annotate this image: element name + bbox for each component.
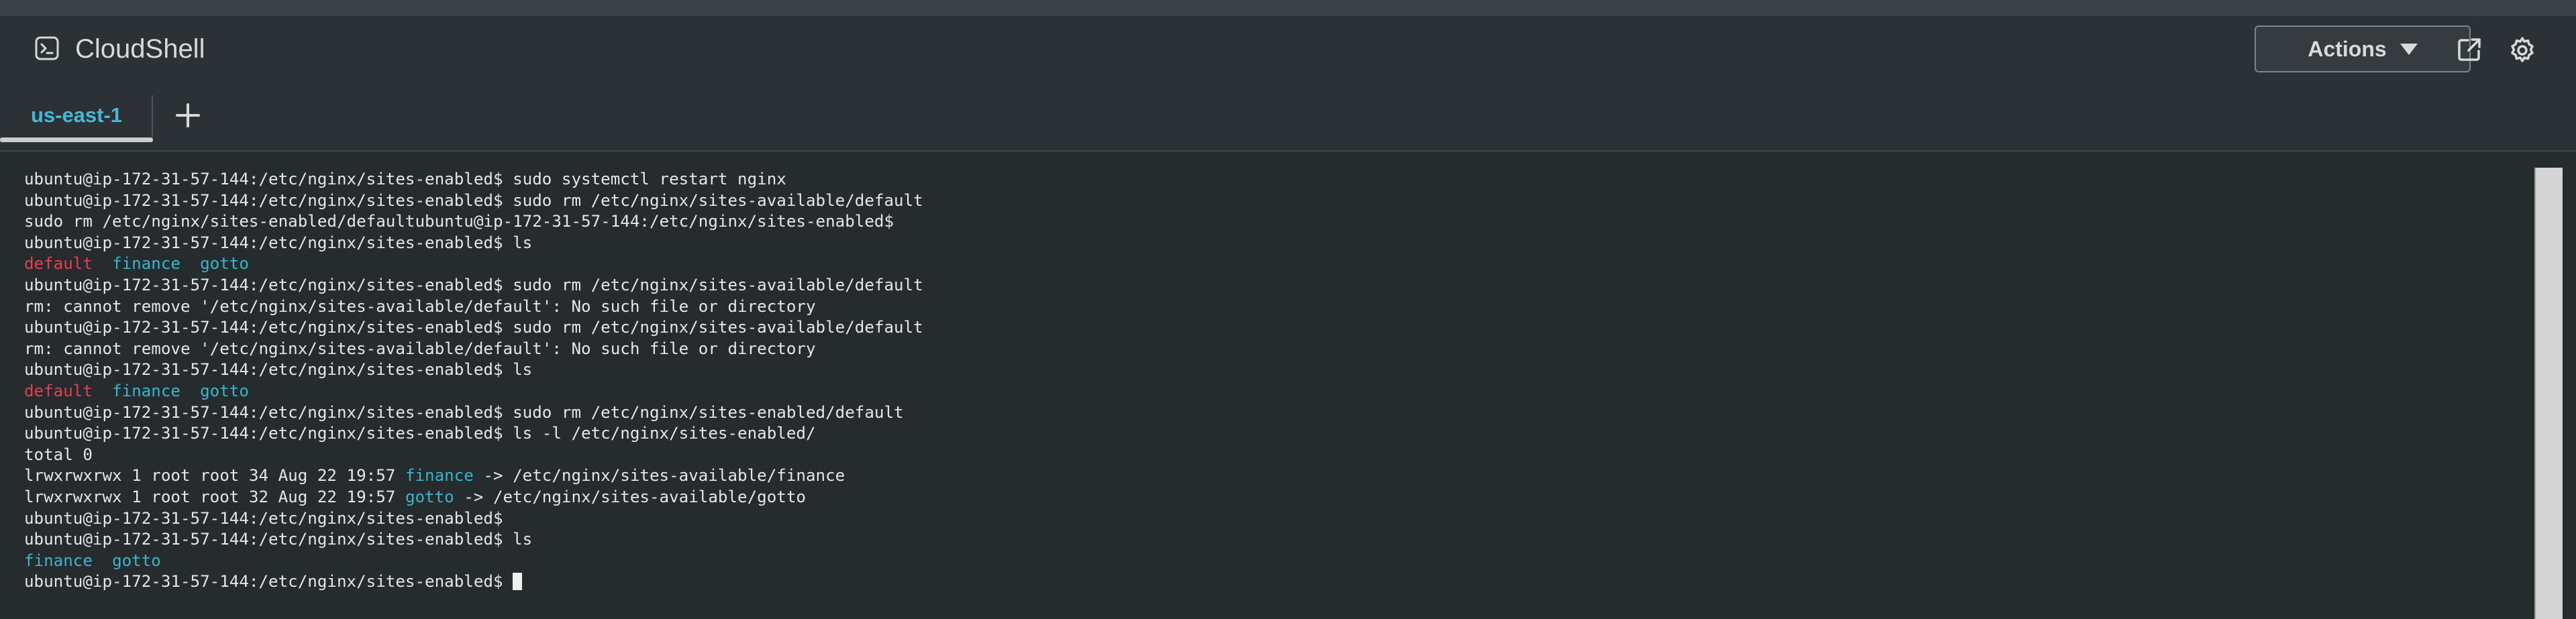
terminal-line: ubuntu@ip-172-31-57-144:/etc/nginx/sites… xyxy=(24,169,923,190)
terminal-text: ubuntu@ip-172-31-57-144:/etc/nginx/sites… xyxy=(24,190,923,210)
terminal-line: finance gotto xyxy=(24,551,923,572)
directory-entry: gotto xyxy=(112,551,161,570)
terminal-cursor xyxy=(513,573,523,591)
gear-icon[interactable] xyxy=(2508,36,2536,64)
actions-button[interactable]: Actions xyxy=(2255,25,2471,72)
terminal-text: ubuntu@ip-172-31-57-144:/etc/nginx/sites… xyxy=(24,170,786,188)
terminal-line: ubuntu@ip-172-31-57-144:/etc/nginx/sites… xyxy=(24,529,923,551)
terminal-line: default finance gotto xyxy=(24,254,923,275)
terminal-panel[interactable]: ubuntu@ip-172-31-57-144:/etc/nginx/sites… xyxy=(0,152,2576,619)
terminal-icon xyxy=(35,36,59,60)
scrollbar-thumb[interactable] xyxy=(2536,168,2563,619)
terminal-line: ubuntu@ip-172-31-57-144:/etc/nginx/sites… xyxy=(24,233,923,254)
active-tab-indicator xyxy=(0,137,153,142)
terminal-scrollbar[interactable] xyxy=(2534,168,2563,619)
tab-bar: us-east-1 xyxy=(0,80,2576,152)
terminal-text: lrwxrwxrwx 1 root root 32 Aug 22 19:57 xyxy=(24,487,405,506)
terminal-line: rm: cannot remove '/etc/nginx/sites-avai… xyxy=(24,296,923,318)
top-strip xyxy=(0,0,2576,16)
terminal-text: ubuntu@ip-172-31-57-144:/etc/nginx/sites… xyxy=(24,572,513,592)
terminal-text: -> /etc/nginx/sites-available/finance xyxy=(473,466,845,486)
terminal-text: lrwxrwxrwx 1 root root 34 Aug 22 19:57 xyxy=(24,466,405,486)
terminal-line: default finance gotto xyxy=(24,381,923,402)
terminal-text: ubuntu@ip-172-31-57-144:/etc/nginx/sites… xyxy=(24,318,923,337)
terminal-line: ubuntu@ip-172-31-57-144:/etc/nginx/sites… xyxy=(24,317,923,339)
actions-label: Actions xyxy=(2308,36,2387,61)
terminal-text: total 0 xyxy=(24,445,93,464)
terminal-line: rm: cannot remove '/etc/nginx/sites-avai… xyxy=(24,339,923,360)
terminal-text: rm: cannot remove '/etc/nginx/sites-avai… xyxy=(24,296,816,316)
terminal-line: ubuntu@ip-172-31-57-144:/etc/nginx/sites… xyxy=(24,508,923,530)
terminal-line: ubuntu@ip-172-31-57-144:/etc/nginx/sites… xyxy=(24,359,923,381)
directory-entry: finance xyxy=(24,551,93,570)
tab-label: us-east-1 xyxy=(30,103,123,127)
directory-entry: gotto xyxy=(405,487,454,506)
external-link-icon[interactable] xyxy=(2456,36,2483,63)
directory-entry: finance xyxy=(405,466,474,486)
terminal-line: ubuntu@ip-172-31-57-144:/etc/nginx/sites… xyxy=(24,571,923,593)
directory-entry: gotto xyxy=(200,381,249,400)
terminal-text: ubuntu@ip-172-31-57-144:/etc/nginx/sites… xyxy=(24,402,904,422)
terminal-line: lrwxrwxrwx 1 root root 34 Aug 22 19:57 f… xyxy=(24,465,923,487)
terminal-text: ubuntu@ip-172-31-57-144:/etc/nginx/sites… xyxy=(24,530,533,549)
tab-us-east-1[interactable]: us-east-1 xyxy=(0,90,153,142)
terminal-text: ubuntu@ip-172-31-57-144:/etc/nginx/sites… xyxy=(24,275,923,294)
terminal-text: ubuntu@ip-172-31-57-144:/etc/nginx/sites… xyxy=(24,233,533,252)
terminal-text: -> /etc/nginx/sites-available/gotto xyxy=(454,487,806,506)
directory-entry: finance xyxy=(112,254,181,274)
terminal-line: ubuntu@ip-172-31-57-144:/etc/nginx/sites… xyxy=(24,190,923,212)
caret-down-icon xyxy=(2400,43,2418,55)
tab-divider xyxy=(152,95,153,137)
directory-entry: finance xyxy=(112,381,181,400)
terminal-line: lrwxrwxrwx 1 root root 32 Aug 22 19:57 g… xyxy=(24,487,923,508)
terminal-output: ubuntu@ip-172-31-57-144:/etc/nginx/sites… xyxy=(24,169,923,593)
terminal-line: ubuntu@ip-172-31-57-144:/etc/nginx/sites… xyxy=(24,402,923,424)
terminal-text: ubuntu@ip-172-31-57-144:/etc/nginx/sites… xyxy=(24,360,533,380)
terminal-line: ubuntu@ip-172-31-57-144:/etc/nginx/sites… xyxy=(24,275,923,296)
terminal-text: sudo rm /etc/nginx/sites-enabled/default… xyxy=(24,212,894,231)
terminal-text: ubuntu@ip-172-31-57-144:/etc/nginx/sites… xyxy=(24,508,503,528)
terminal-text: rm: cannot remove '/etc/nginx/sites-avai… xyxy=(24,339,816,358)
terminal-line: ubuntu@ip-172-31-57-144:/etc/nginx/sites… xyxy=(24,423,923,445)
directory-entry: gotto xyxy=(200,254,249,274)
broken-link-entry: default xyxy=(24,381,93,400)
terminal-line: total 0 xyxy=(24,445,923,466)
terminal-line: sudo rm /etc/nginx/sites-enabled/default… xyxy=(24,211,923,233)
broken-link-entry: default xyxy=(24,254,93,274)
add-tab-icon[interactable] xyxy=(172,99,204,131)
terminal-text: ubuntu@ip-172-31-57-144:/etc/nginx/sites… xyxy=(24,424,816,443)
app-title: CloudShell xyxy=(75,34,205,64)
cloudshell-app: CloudShell Actions us-east-1 ubuntu@ip-1… xyxy=(0,0,2576,619)
